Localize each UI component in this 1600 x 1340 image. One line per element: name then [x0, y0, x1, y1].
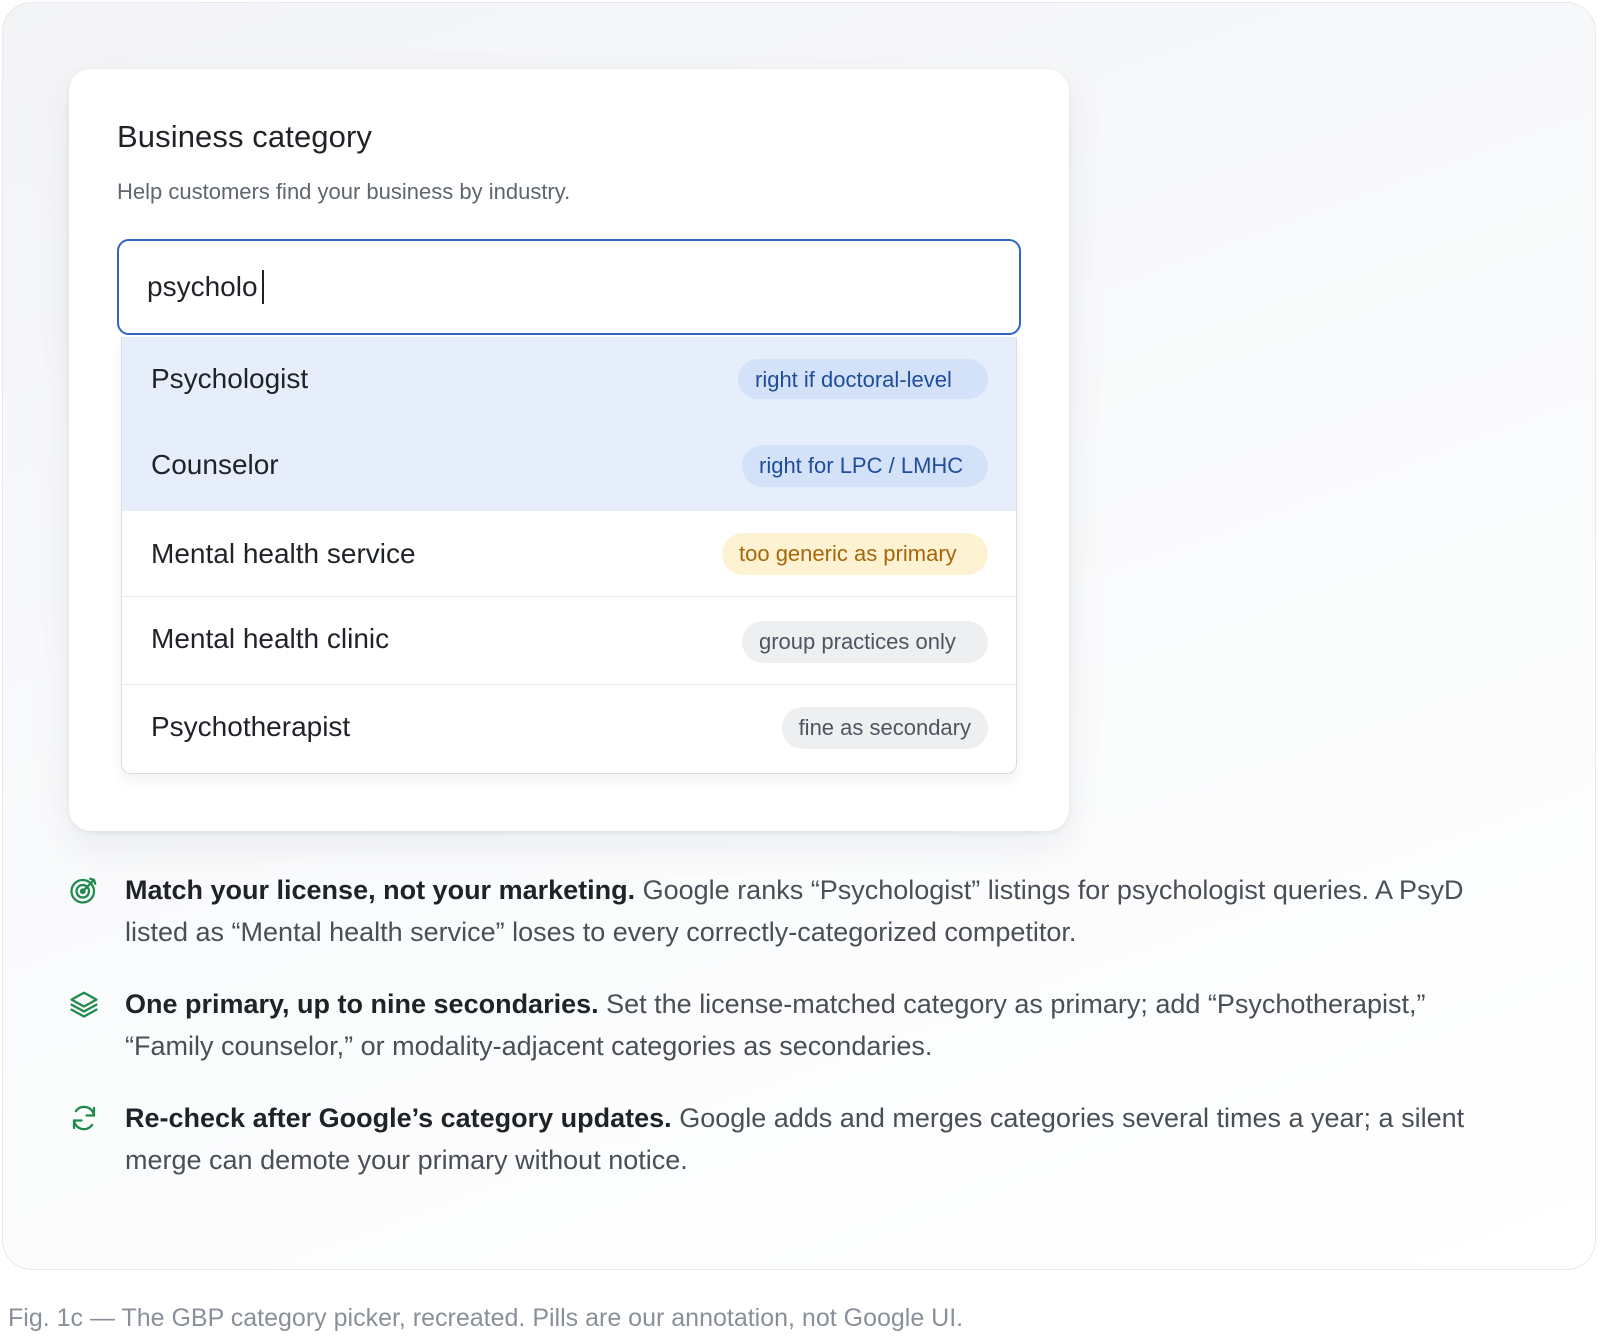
guidance-title: Re-check after Google’s category updates… — [125, 1103, 680, 1133]
option-mental-health-clinic[interactable]: Mental health clinic group practices onl… — [122, 597, 1016, 685]
figure-caption: Fig. 1c — The GBP category picker, recre… — [8, 1304, 964, 1332]
search-input-value[interactable]: psycholo — [147, 271, 258, 303]
target-icon — [70, 877, 97, 904]
option-mental-health-service[interactable]: Mental health service too generic as pri… — [122, 511, 1016, 597]
category-search-input[interactable]: psycholo — [117, 239, 1021, 335]
annotation-pill: fine as secondary — [781, 707, 988, 749]
option-label: Counselor — [151, 449, 279, 480]
card-subtitle: Help customers find your business by ind… — [117, 179, 571, 204]
layers-icon — [70, 991, 98, 1018]
annotation-pill: right for LPC / LMHC — [742, 445, 988, 487]
guidance-title: Match your license, not your marketing. — [125, 875, 643, 905]
text-caret — [261, 270, 264, 304]
guidance-item: Re-check after Google’s category updates… — [65, 1097, 1505, 1181]
annotation-pill: too generic as primary — [722, 533, 988, 575]
option-psychotherapist[interactable]: Psychotherapist fine as secondary — [122, 685, 1016, 773]
annotation-pill: right if doctoral-level — [738, 359, 988, 399]
annotation-pill: group practices only — [742, 621, 988, 663]
guidance-item: Match your license, not your marketing. … — [65, 869, 1505, 953]
guidance-list: Match your license, not your marketing. … — [65, 869, 1505, 1211]
option-label: Mental health clinic — [151, 623, 390, 654]
figure-panel: Business category Help customers find yo… — [2, 2, 1596, 1270]
suggestion-dropdown: Psychologist right if doctoral-level Cou… — [121, 337, 1017, 774]
guidance-title: One primary, up to nine secondaries. — [125, 989, 607, 1019]
option-counselor[interactable]: Counselor right for LPC / LMHC — [122, 423, 1016, 511]
category-card: Business category Help customers find yo… — [69, 69, 1069, 831]
option-label: Mental health service — [151, 538, 416, 569]
card-title: Business category — [117, 119, 372, 154]
refresh-icon — [72, 1105, 96, 1131]
option-label: Psychologist — [151, 363, 309, 394]
option-psychologist[interactable]: Psychologist right if doctoral-level — [122, 337, 1016, 423]
option-label: Psychotherapist — [151, 711, 351, 742]
guidance-item: One primary, up to nine secondaries. Set… — [65, 983, 1505, 1067]
